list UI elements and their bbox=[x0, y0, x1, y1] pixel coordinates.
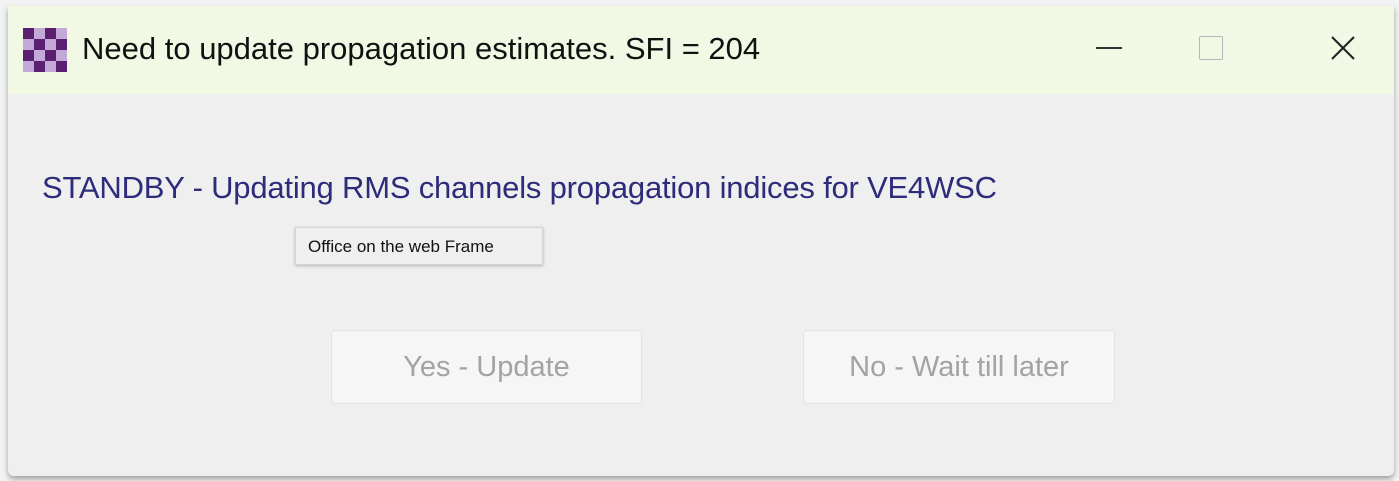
no-wait-button[interactable]: No - Wait till later bbox=[803, 330, 1115, 404]
maximize-icon bbox=[1199, 36, 1223, 60]
minimize-button[interactable] bbox=[1078, 20, 1140, 76]
status-message: STANDBY - Updating RMS channels propagat… bbox=[42, 170, 997, 205]
yes-update-button[interactable]: Yes - Update bbox=[331, 330, 642, 404]
close-button[interactable] bbox=[1312, 20, 1374, 76]
update-propagation-dialog: Need to update propagation estimates. SF… bbox=[8, 6, 1394, 476]
title-bar[interactable]: Need to update propagation estimates. SF… bbox=[8, 6, 1394, 94]
close-icon bbox=[1331, 36, 1355, 60]
maximize-button[interactable] bbox=[1180, 20, 1242, 76]
minimize-icon bbox=[1096, 47, 1122, 49]
tooltip: Office on the web Frame bbox=[295, 227, 543, 265]
checkerboard-app-icon bbox=[23, 28, 67, 72]
window-title: Need to update propagation estimates. SF… bbox=[82, 31, 761, 66]
